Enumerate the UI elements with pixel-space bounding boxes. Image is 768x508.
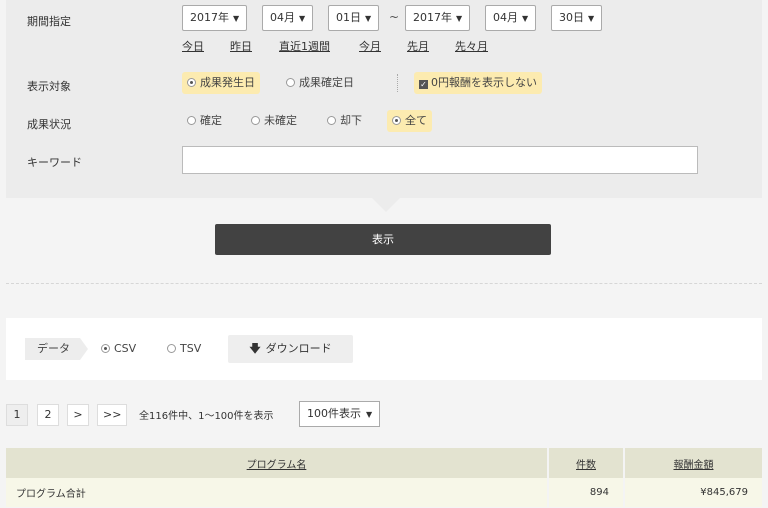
table-header-row: プログラム名 件数 報酬金額 bbox=[6, 448, 762, 478]
radio-target-confirmed[interactable]: 成果確定日 bbox=[281, 72, 359, 94]
results-table: プログラム名 件数 報酬金額 プログラム合計 894 ¥845,679 bbox=[6, 448, 762, 507]
to-month-select[interactable]: 04月 ▼ bbox=[485, 5, 537, 31]
download-button[interactable]: 🡇 ダウンロード bbox=[228, 335, 353, 363]
from-month-select[interactable]: 04月 ▼ bbox=[262, 5, 314, 31]
checkbox-hide-zero[interactable]: ✓ 0円報酬を表示しない bbox=[414, 72, 542, 94]
range-separator: ~ bbox=[389, 10, 400, 24]
chevron-down-icon: ▼ bbox=[299, 14, 306, 23]
link-yesterday[interactable]: 昨日 bbox=[230, 38, 252, 54]
download-panel: データ CSV TSV 🡇 ダウンロード bbox=[6, 318, 762, 380]
link-last-month[interactable]: 先月 bbox=[407, 38, 429, 54]
show-button[interactable]: 表示 bbox=[215, 224, 551, 255]
link-last-week[interactable]: 直近1週間 bbox=[279, 38, 330, 54]
link-today[interactable]: 今日 bbox=[182, 38, 204, 54]
chevron-down-icon: ▼ bbox=[365, 14, 372, 23]
link-two-months-ago[interactable]: 先々月 bbox=[455, 38, 488, 54]
data-label: データ bbox=[25, 338, 88, 360]
radio-format-csv[interactable]: CSV bbox=[96, 338, 141, 360]
header-program-name[interactable]: プログラム名 bbox=[6, 448, 549, 478]
radio-icon bbox=[101, 344, 110, 353]
radio-icon bbox=[286, 78, 295, 87]
keyword-input[interactable] bbox=[182, 146, 698, 174]
checkbox-icon: ✓ bbox=[419, 80, 428, 89]
radio-target-occurred[interactable]: 成果発生日 bbox=[182, 72, 260, 94]
link-this-month[interactable]: 今月 bbox=[359, 38, 381, 54]
cell-amount: ¥845,679 bbox=[624, 478, 762, 507]
status-label: 成果状況 bbox=[27, 118, 71, 131]
chevron-down-icon: ▼ bbox=[233, 14, 240, 23]
period-label: 期間指定 bbox=[27, 15, 71, 28]
download-arrow-icon: 🡇 bbox=[249, 342, 261, 355]
radio-icon bbox=[392, 116, 401, 125]
page-next[interactable]: > bbox=[67, 404, 89, 426]
keyword-label: キーワード bbox=[27, 156, 82, 169]
page-1[interactable]: 1 bbox=[6, 404, 28, 426]
page-2[interactable]: 2 bbox=[37, 404, 59, 426]
to-day-select[interactable]: 30日 ▼ bbox=[551, 5, 603, 31]
divider bbox=[6, 283, 762, 284]
radio-status-unconfirmed[interactable]: 未確定 bbox=[246, 110, 302, 132]
radio-status-confirmed[interactable]: 確定 bbox=[182, 110, 227, 132]
chevron-down-icon: ▼ bbox=[522, 14, 529, 23]
table-row: プログラム合計 894 ¥845,679 bbox=[6, 478, 762, 507]
page-last[interactable]: >> bbox=[97, 404, 128, 426]
radio-icon bbox=[187, 116, 196, 125]
radio-status-rejected[interactable]: 却下 bbox=[322, 110, 367, 132]
header-count[interactable]: 件数 bbox=[548, 448, 625, 478]
result-count: 全116件中、1～100件を表示 bbox=[139, 411, 274, 422]
radio-icon bbox=[327, 116, 336, 125]
divider bbox=[397, 74, 398, 92]
radio-icon bbox=[187, 78, 196, 87]
chevron-down-icon: ▼ bbox=[456, 14, 463, 23]
from-day-select[interactable]: 01日 ▼ bbox=[328, 5, 380, 31]
radio-status-all[interactable]: 全て bbox=[387, 110, 432, 132]
chevron-down-icon: ▼ bbox=[588, 14, 595, 23]
target-label: 表示対象 bbox=[27, 80, 71, 93]
cell-program-name: プログラム合計 bbox=[6, 478, 549, 507]
per-page-select[interactable]: 100件表示 ▼ bbox=[299, 401, 381, 427]
cell-count: 894 bbox=[548, 478, 625, 507]
radio-icon bbox=[167, 344, 176, 353]
header-amount[interactable]: 報酬金額 bbox=[624, 448, 762, 478]
to-year-select[interactable]: 2017年 ▼ bbox=[405, 5, 471, 31]
radio-format-tsv[interactable]: TSV bbox=[162, 338, 206, 360]
chevron-down-icon: ▼ bbox=[366, 410, 373, 419]
radio-icon bbox=[251, 116, 260, 125]
from-year-select[interactable]: 2017年 ▼ bbox=[182, 5, 248, 31]
panel-pointer bbox=[372, 198, 400, 212]
